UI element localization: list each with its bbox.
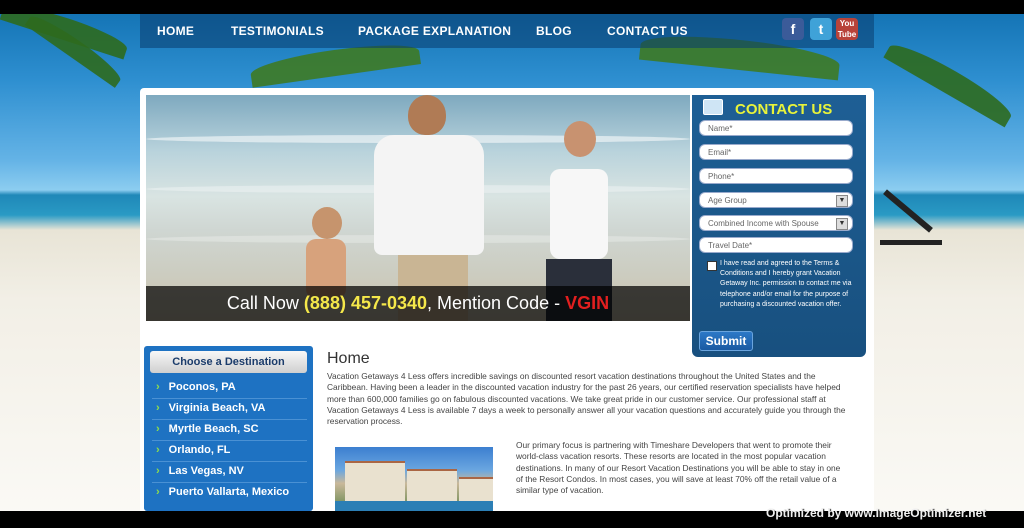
man-shirt (374, 135, 484, 255)
top-black-bar (0, 0, 1024, 14)
facebook-icon[interactable]: f (782, 18, 804, 40)
resort-building (459, 477, 493, 503)
destination-item[interactable]: › Myrtle Beach, SC (156, 419, 259, 439)
destination-label: Puerto Vallarta, Mexico (168, 486, 290, 498)
nav-package-explanation[interactable]: PACKAGE EXPLANATION (358, 24, 511, 38)
chevron-right-icon: › (156, 486, 160, 498)
youtube-icon[interactable]: You Tube (836, 18, 858, 40)
destination-label: Poconos, PA (168, 381, 236, 393)
nav-contact-us[interactable]: CONTACT US (607, 24, 688, 38)
child-head (312, 207, 342, 239)
name-field[interactable]: Name* (699, 120, 853, 136)
chevron-right-icon: › (156, 381, 160, 393)
resort-building (407, 469, 457, 503)
chevron-down-icon[interactable]: ▼ (836, 218, 848, 230)
destination-label: Orlando, FL (168, 444, 231, 456)
income-select[interactable]: Combined Income with Spouse ▼ (699, 215, 853, 231)
call-now-banner: Call Now (888) 457-0340, Mention Code - … (146, 286, 690, 321)
intro-paragraph: Vacation Getaways 4 Less offers incredib… (327, 371, 846, 427)
nav-testimonials[interactable]: TESTIMONIALS (231, 24, 324, 38)
focus-paragraph: Our primary focus is partnering with Tim… (516, 440, 841, 496)
chevron-right-icon: › (156, 444, 160, 456)
chevron-right-icon: › (156, 465, 160, 477)
beach-chair-seat (880, 240, 942, 245)
destination-sidebar-title: Choose a Destination (150, 351, 307, 373)
destination-item[interactable]: › Puerto Vallarta, Mexico (156, 482, 289, 502)
beach-chair-icon (883, 189, 933, 233)
promo-code: VGIN (565, 293, 610, 313)
destination-item[interactable]: › Las Vegas, NV (156, 461, 244, 481)
destination-label: Myrtle Beach, SC (168, 423, 259, 435)
destination-item[interactable]: › Poconos, PA (156, 377, 236, 397)
chevron-right-icon: › (156, 423, 160, 435)
destination-label: Virginia Beach, VA (168, 402, 266, 414)
travel-date-field[interactable]: Travel Date* (699, 237, 853, 253)
left-margin (0, 0, 140, 528)
email-field[interactable]: Email* (699, 144, 853, 160)
phone-number: (888) 457-0340 (303, 293, 428, 313)
age-group-value: Age Group (708, 196, 747, 205)
palm-frond-right (883, 36, 1017, 128)
nav-home[interactable]: HOME (157, 24, 194, 38)
man-head (408, 95, 446, 135)
destination-item[interactable]: › Virginia Beach, VA (156, 398, 265, 418)
watermark: Optimized by www.ImageOptimizer.net (766, 506, 987, 520)
resort-building (345, 461, 405, 503)
chevron-down-icon[interactable]: ▼ (836, 195, 848, 207)
income-value: Combined Income with Spouse (708, 219, 819, 228)
age-group-select[interactable]: Age Group ▼ (699, 192, 853, 208)
twitter-icon[interactable]: t (810, 18, 832, 40)
woman-head (564, 121, 596, 157)
call-prefix: Call Now (226, 293, 304, 313)
resort-photo (335, 447, 493, 513)
chevron-right-icon: › (156, 402, 160, 414)
destination-item[interactable]: › Orlando, FL (156, 440, 230, 460)
page-title: Home (327, 350, 370, 367)
mention-text: , Mention Code - (427, 293, 566, 313)
nav-blog[interactable]: BLOG (536, 24, 572, 38)
phone-field[interactable]: Phone* (699, 168, 853, 184)
envelope-icon (703, 99, 723, 115)
woman-top (550, 169, 608, 259)
terms-text: I have read and agreed to the Terms & Co… (720, 260, 852, 308)
destination-label: Las Vegas, NV (168, 465, 244, 477)
contact-form-title: CONTACT US (735, 101, 833, 118)
terms-checkbox[interactable] (707, 261, 717, 271)
submit-button[interactable]: Submit (699, 331, 753, 351)
